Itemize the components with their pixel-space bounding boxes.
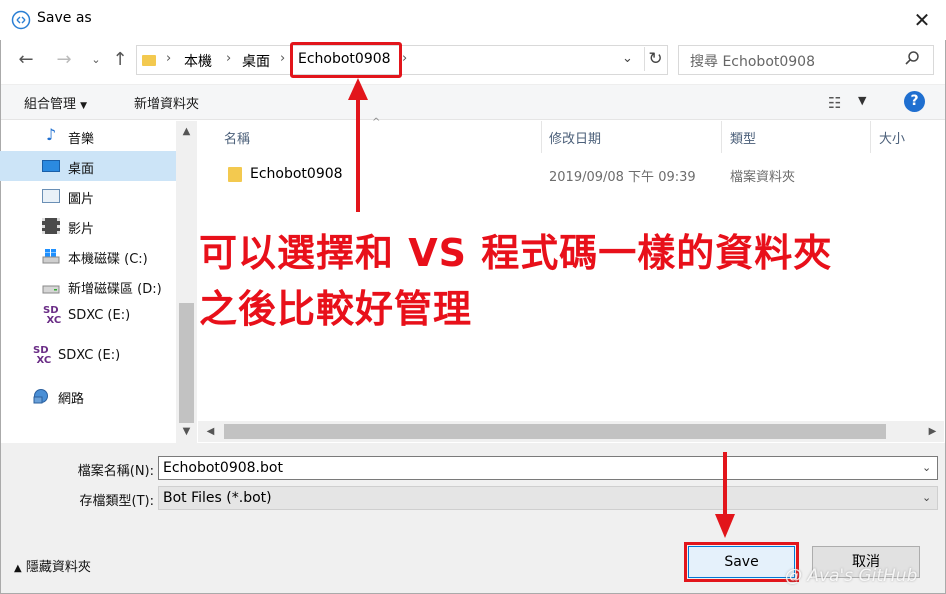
app-icon — [11, 10, 31, 30]
scroll-up-icon[interactable]: ▲ — [176, 126, 197, 137]
drive-icon — [42, 285, 60, 294]
breadcrumb-this-pc[interactable]: 本機 — [184, 51, 212, 71]
window-title: Save as — [37, 10, 92, 26]
network-icon — [33, 389, 48, 404]
close-icon[interactable]: ✕ — [908, 6, 936, 34]
scroll-right-icon[interactable]: ▶ — [922, 426, 943, 437]
sd-card-icon: SD XC — [33, 345, 52, 366]
folder-icon — [228, 167, 242, 182]
forward-arrow-icon[interactable]: → — [52, 49, 76, 71]
filetype-dropdown-icon[interactable]: ⌄ — [922, 491, 931, 504]
column-header-name[interactable]: 名稱 — [224, 128, 250, 147]
annotation-arrow-up — [348, 78, 368, 212]
filetype-value: Bot Files (*.bot) — [163, 490, 272, 506]
column-header-date[interactable]: 修改日期 — [549, 128, 601, 147]
sidebar-item-label: 音樂 — [68, 132, 95, 147]
file-date: 2019/09/08 下午 09:39 — [549, 170, 696, 185]
videos-icon — [42, 218, 60, 234]
scroll-left-icon[interactable]: ◀ — [200, 426, 221, 437]
breadcrumb-separator-icon[interactable]: › — [402, 51, 407, 66]
sidebar-item-label: 本機磁碟 (C:) — [68, 252, 148, 267]
organize-label: 組合管理 — [24, 97, 77, 112]
sd-card-icon: SD XC — [43, 305, 62, 326]
recent-locations-chevron-icon[interactable]: ⌄ — [84, 49, 108, 71]
folder-icon — [142, 55, 156, 66]
breadcrumb-separator-icon[interactable]: › — [226, 51, 231, 66]
annotation-arrow-down — [715, 452, 735, 538]
file-name: Echobot0908 — [250, 166, 343, 182]
pictures-icon — [42, 189, 60, 203]
organize-menu[interactable]: 組合管理 ▼ — [24, 93, 87, 112]
filename-dropdown-icon[interactable]: ⌄ — [922, 461, 931, 474]
file-type: 檔案資料夾 — [730, 170, 796, 185]
help-icon[interactable]: ? — [904, 91, 925, 112]
sidebar-item-label: 桌面 — [68, 162, 95, 177]
filename-label: 檔案名稱(N): — [77, 464, 154, 479]
breadcrumb-separator-icon[interactable]: › — [280, 51, 285, 66]
column-divider[interactable] — [870, 121, 871, 153]
up-arrow-icon[interactable]: ↑ — [108, 49, 132, 71]
hide-folders-toggle[interactable]: ▲ 隱藏資料夾 — [14, 556, 91, 575]
desktop-icon — [42, 160, 60, 172]
search-placeholder: 搜尋 Echobot0908 — [690, 54, 816, 70]
annotation-text-line-1: 可以選擇和 VS 程式碼一樣的資料夾 — [199, 231, 833, 275]
refresh-icon[interactable]: ↻ — [644, 47, 666, 71]
column-header-type[interactable]: 類型 — [730, 128, 756, 147]
save-button[interactable]: Save — [688, 546, 795, 578]
column-header-size[interactable]: 大小 — [879, 128, 905, 147]
filename-value: Echobot0908.bot — [163, 460, 283, 476]
sidebar-item-label: 新增磁碟區 (D:) — [68, 282, 162, 297]
hide-folders-label: 隱藏資料夾 — [25, 560, 91, 575]
sidebar-item-label: 圖片 — [68, 192, 95, 207]
filetype-label: 存檔類型(T): — [79, 494, 154, 509]
new-folder-button[interactable]: 新增資料夾 — [134, 93, 199, 112]
breadcrumb-separator-icon[interactable]: › — [166, 51, 171, 66]
annotation-text-line-2: 之後比較好管理 — [199, 287, 473, 331]
dropdown-caret-icon: ▼ — [80, 101, 88, 111]
music-icon: ♪ — [46, 125, 57, 144]
title-bar — [0, 0, 946, 40]
address-dropdown-icon[interactable]: ⌄ — [622, 51, 633, 66]
watermark: @ Ava's GitHub — [785, 566, 918, 586]
column-divider[interactable] — [541, 121, 542, 153]
filetype-select[interactable] — [158, 486, 938, 510]
sidebar-item-label: 影片 — [68, 222, 95, 237]
chevron-up-icon: ▲ — [14, 563, 22, 574]
scrollbar-thumb[interactable] — [179, 303, 194, 423]
search-icon[interactable] — [904, 50, 920, 66]
sidebar-item-network[interactable] — [0, 381, 176, 411]
scroll-down-icon[interactable]: ▼ — [176, 426, 197, 437]
annotation-highlight-box — [290, 42, 402, 78]
back-arrow-icon[interactable]: ← — [14, 49, 38, 71]
windows-drive-icon — [42, 249, 60, 264]
sidebar-item-label: SDXC (E:) — [58, 348, 121, 363]
column-divider[interactable] — [721, 121, 722, 153]
sidebar-item-label: SDXC (E:) — [68, 308, 131, 323]
breadcrumb-desktop[interactable]: 桌面 — [242, 51, 270, 71]
view-options-icon[interactable]: ☷ — [828, 94, 841, 112]
scrollbar-thumb[interactable] — [224, 424, 886, 439]
view-dropdown-icon[interactable]: ▼ — [858, 94, 866, 107]
sidebar-item-label: 網路 — [58, 392, 85, 407]
